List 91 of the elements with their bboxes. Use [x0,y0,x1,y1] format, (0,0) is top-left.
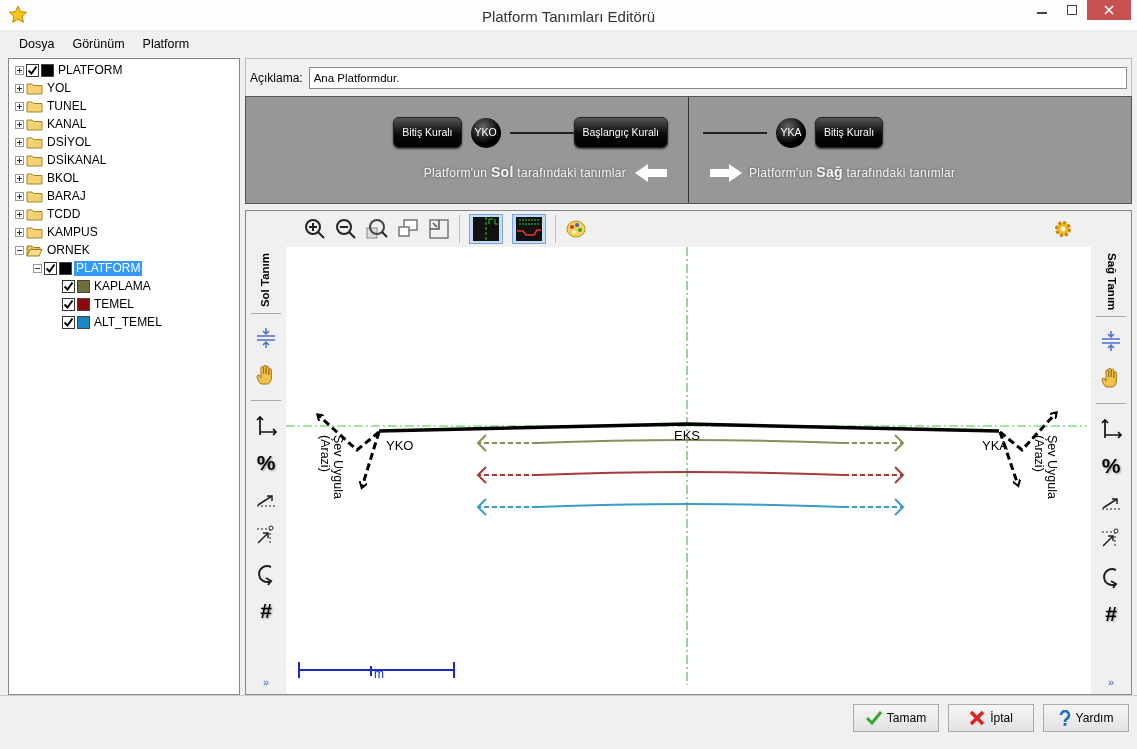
expand-toggle[interactable] [33,263,42,273]
folder-icon [26,225,43,239]
tool-button[interactable]: # [260,600,272,622]
axes-icon[interactable] [1100,416,1122,441]
tree-item[interactable]: KAMPUS [45,224,100,240]
panel-title: Sağ Tanım [1104,253,1119,311]
tool-button[interactable]: # [1105,603,1117,625]
dialog-button[interactable]: Yardım [1043,703,1129,732]
panel-title: Sol Tanım [258,253,273,308]
scale-label: m [374,667,384,681]
expand-toggle[interactable] [15,227,24,237]
rule-button[interactable]: Başlangıç Kuralı [573,116,668,149]
tool-button[interactable]: % [256,452,276,474]
rule-button[interactable]: Bitiş Kuralı [393,116,462,149]
expand-toggle[interactable] [15,101,24,111]
folder-icon [26,189,43,203]
settings-icon[interactable] [1053,219,1073,239]
tree-item[interactable]: KANAL [45,116,89,132]
tree-item[interactable]: TEMEL [92,296,136,312]
expand-toggle[interactable] [15,137,24,147]
tree-item[interactable]: DSİYOL [45,134,93,150]
folder-icon [26,171,43,185]
centerline-toggle[interactable] [469,214,503,244]
folder-icon [26,135,43,149]
description-field[interactable]: Ana Platformdur. [308,66,1127,89]
star-icon [8,5,28,25]
expand-toggle[interactable] [15,65,24,75]
expand-toggle[interactable] [15,173,24,183]
checkbox[interactable] [26,63,39,77]
menu-item[interactable]: Dosya [19,34,55,54]
expand-toggle[interactable] [15,83,24,93]
folder-icon [26,153,43,167]
folder-icon [26,117,43,131]
checkbox[interactable] [62,279,75,293]
window-title: Platform Tanımları Editörü [481,7,656,27]
tree-item[interactable]: KAPLAMA [92,278,153,294]
compress-icon[interactable] [1100,329,1122,354]
axes-icon[interactable] [255,413,277,438]
dialog-button[interactable]: Tamam [853,703,939,732]
tree-item[interactable]: YOL [45,80,73,96]
folder-icon [26,99,43,113]
tree-item[interactable]: ORNEK [45,242,92,258]
more-button[interactable]: » [262,673,270,690]
slope-label: Şev Uygula (Arazi) [318,435,344,501]
expand-toggle[interactable] [15,245,24,255]
cross-icon [969,709,986,726]
checkbox[interactable] [62,315,75,329]
field-label: Açıklama: [250,69,303,87]
tree-item[interactable]: PLATFORM [56,62,125,78]
tree-item[interactable]: BARAJ [45,188,88,204]
tree-item[interactable]: ALT_TEMEL [92,314,164,330]
check-icon [865,709,882,726]
windows-icon[interactable] [397,218,419,240]
maximize-icon[interactable] [1067,5,1077,15]
close-icon [1104,5,1114,15]
tree-item[interactable]: TUNEL [45,98,89,114]
tree-item[interactable]: BKOL [45,170,81,186]
expand-toggle[interactable] [15,209,24,219]
menu-item[interactable]: Platform [142,34,190,54]
zoom-out-icon[interactable] [335,218,357,240]
expand-toggle[interactable] [15,119,24,129]
profile-toggle[interactable] [512,214,546,244]
dialog-button[interactable]: İptal [948,703,1034,732]
side-caption: Platform'un Sol tarafındaki tanımlar [423,163,626,183]
side-caption: Platform'un Sağ tarafındaki tanımlar [749,163,956,183]
zoom-in-icon[interactable] [304,218,326,240]
point-label: YKO [386,438,414,453]
rule-button[interactable]: Bitiş Kuralı [815,116,884,149]
arrow-left-icon [634,162,668,183]
node-circle: YKO [470,117,501,148]
slope-label: Şev Uygula (Arazi) [1032,435,1058,501]
compress-icon[interactable] [255,326,277,351]
expand-toggle[interactable] [15,191,24,201]
tree-item[interactable]: TCDD [45,206,83,222]
open-folder-icon [26,243,43,257]
frame-icon[interactable] [428,218,450,240]
more-button[interactable]: » [1107,673,1115,690]
close-button[interactable] [1087,0,1131,20]
node-circle: YKA [776,117,806,148]
tree-item[interactable]: DSİKANAL [45,152,109,168]
folder-icon [26,81,43,95]
expand-toggle[interactable] [15,155,24,165]
arrow-right-icon [709,162,743,183]
tool-button[interactable]: % [1101,455,1121,477]
menu-item[interactable]: Görünüm [72,34,125,54]
checkbox[interactable] [62,297,75,311]
checkbox[interactable] [44,261,57,275]
question-icon [1058,709,1071,726]
folder-icon [26,207,43,221]
palette-icon[interactable] [565,218,587,240]
magnifier-icon[interactable] [366,218,388,240]
